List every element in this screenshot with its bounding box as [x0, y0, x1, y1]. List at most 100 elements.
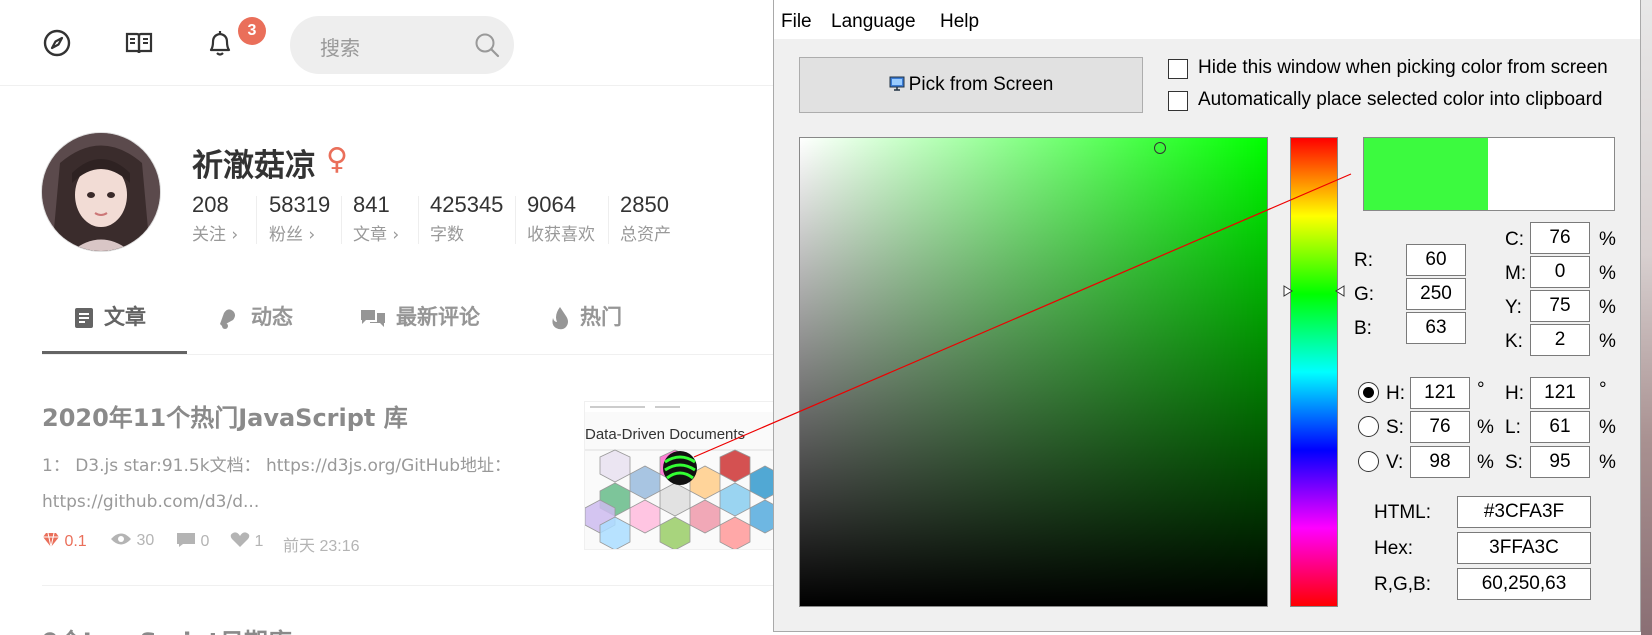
g-field[interactable]: 250 [1406, 278, 1466, 310]
notification-bell-icon[interactable] [205, 28, 235, 58]
search-icon[interactable] [472, 30, 502, 60]
tab-label: 热门 [580, 305, 622, 329]
k-label: K: [1505, 331, 1523, 352]
stat-followers[interactable]: 58319 粉丝 › [269, 192, 330, 245]
hsv-v-unit: % [1477, 452, 1494, 473]
menu-bar: File Language Help [774, 0, 1640, 39]
stat-following[interactable]: 208 关注 › [192, 192, 238, 245]
hsl-h-label: H: [1505, 383, 1524, 404]
hsv-h-field[interactable]: 121 [1410, 377, 1470, 409]
notification-count-badge[interactable]: 3 [238, 17, 266, 45]
compass-icon[interactable] [42, 28, 72, 58]
color-picker-window: File Language Help Pick from Screen Hide… [773, 0, 1641, 632]
menu-language[interactable]: Language [831, 11, 916, 33]
g-label: G: [1354, 284, 1375, 305]
eye-icon [111, 533, 131, 545]
hsv-s-radio[interactable] [1358, 416, 1379, 437]
stat-divider [256, 196, 257, 244]
m-field[interactable]: 0 [1530, 256, 1590, 288]
active-tab-indicator [42, 351, 187, 354]
hsl-s-field[interactable]: 95 [1530, 446, 1590, 478]
top-navbar: 3 搜索 [0, 0, 775, 86]
book-icon[interactable] [124, 28, 154, 58]
user-name[interactable]: 祈澈菇凉 [192, 140, 316, 185]
rgb-code-field[interactable]: 60,250,63 [1457, 568, 1591, 600]
fire-icon [552, 307, 568, 330]
color-preview [1363, 137, 1615, 211]
hsv-h-label: H: [1386, 383, 1405, 404]
diamond-icon [43, 532, 59, 548]
gender-female-icon: ♀ [326, 142, 348, 177]
comment-icon [177, 533, 195, 547]
rgb-code-label: R,G,B: [1374, 574, 1432, 595]
article-thumbnail[interactable]: Data-Driven Documents [584, 401, 775, 550]
thumbnail-caption: Data-Driven Documents [585, 426, 746, 443]
article-views: 30 [110, 532, 154, 550]
article-divider [42, 585, 775, 586]
stat-articles[interactable]: 841 文章 › [353, 192, 399, 245]
tab-latest-comments[interactable]: 最新评论 [360, 290, 480, 352]
monitor-icon [889, 76, 905, 91]
hsv-s-field[interactable]: 76 [1410, 411, 1470, 443]
tab-label: 动态 [251, 305, 293, 329]
hsv-v-field[interactable]: 98 [1410, 446, 1470, 478]
article-likes[interactable]: 1 [230, 532, 263, 551]
article-title[interactable]: 2020年11个热门JavaScript 库 [42, 398, 408, 433]
r-field[interactable]: 60 [1406, 244, 1466, 276]
y-field[interactable]: 75 [1530, 290, 1590, 322]
search-input[interactable]: 搜索 [320, 32, 360, 61]
pick-button-label: Pick from Screen [908, 74, 1054, 95]
b-label: B: [1354, 318, 1372, 339]
c-field[interactable]: 76 [1530, 222, 1590, 254]
y-unit: % [1599, 297, 1616, 318]
hsl-s-unit: % [1599, 452, 1616, 473]
stat-value: 58319 [269, 192, 331, 217]
hue-slider[interactable] [1290, 137, 1338, 607]
pick-from-screen-button[interactable]: Pick from Screen [799, 57, 1143, 113]
tab-articles[interactable]: 文章 [74, 290, 146, 352]
menu-file[interactable]: File [781, 11, 812, 33]
selected-color-swatch [1364, 138, 1488, 210]
stat-value: 208 [192, 192, 229, 217]
stat-divider [418, 196, 419, 244]
stat-label: 收获喜欢 [527, 225, 595, 245]
hue-slider-handle[interactable] [1283, 285, 1345, 297]
hsv-v-radio[interactable] [1358, 451, 1379, 472]
hsv-s-label: S: [1386, 417, 1404, 438]
hsv-h-radio[interactable] [1358, 382, 1379, 403]
stat-value: 425345 [430, 192, 504, 217]
m-unit: % [1599, 263, 1616, 284]
hsl-h-field[interactable]: 121 [1530, 377, 1590, 409]
stat-divider [515, 196, 516, 244]
article-comments[interactable]: 0 [176, 532, 209, 551]
tab-activity[interactable]: 动态 [217, 290, 293, 352]
y-label: Y: [1505, 297, 1522, 318]
html-field[interactable]: #3CFA3F [1457, 496, 1591, 528]
stat-divider [608, 196, 609, 244]
hide-window-checkbox[interactable] [1168, 59, 1188, 79]
r-label: R: [1354, 250, 1373, 271]
tab-hot[interactable]: 热门 [550, 290, 622, 352]
b-field[interactable]: 63 [1406, 312, 1466, 344]
stat-divider [341, 196, 342, 244]
comments-icon [361, 310, 385, 327]
auto-clipboard-checkbox[interactable] [1168, 91, 1188, 111]
sv-cursor[interactable] [1154, 142, 1166, 154]
auto-clipboard-label[interactable]: Automatically place selected color into … [1198, 89, 1603, 111]
search-box[interactable]: 搜索 [290, 16, 514, 74]
hide-window-label[interactable]: Hide this window when picking color from… [1198, 57, 1608, 79]
hsl-s-label: S: [1505, 452, 1523, 473]
hsl-l-field[interactable]: 61 [1530, 411, 1590, 443]
hex-field[interactable]: 3FFA3C [1457, 532, 1591, 564]
menu-help[interactable]: Help [940, 11, 979, 33]
saturation-value-picker[interactable] [799, 137, 1268, 607]
hsl-h-unit: ° [1599, 379, 1607, 400]
article-diamond: 0.1 [42, 532, 87, 551]
avatar[interactable] [41, 132, 161, 252]
c-unit: % [1599, 229, 1616, 250]
k-field[interactable]: 2 [1530, 324, 1590, 356]
stat-value: 9064 [527, 192, 576, 217]
stat-label: 总资产 [620, 225, 671, 245]
html-label: HTML: [1374, 502, 1431, 523]
article-title[interactable]: 9个JavaScript日期库 [42, 622, 292, 635]
